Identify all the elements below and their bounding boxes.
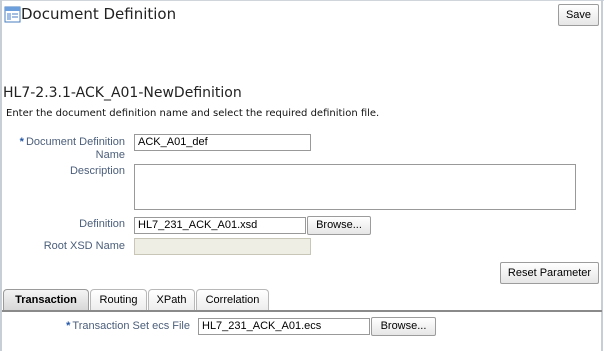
document-definition-icon: [4, 6, 21, 23]
document-definition-panel: Document Definition Save HL7-2.3.1-ACK_A…: [0, 0, 604, 351]
tab-bar: Transaction Routing XPath Correlation: [2, 289, 602, 311]
ecs-file-label: * Transaction Set ecs File: [20, 320, 190, 333]
doc-def-name-label: * Document Definition Name: [10, 136, 125, 162]
tab-correlation[interactable]: Correlation: [196, 289, 269, 311]
tab-divider: [2, 310, 602, 312]
description-textarea[interactable]: [134, 164, 576, 210]
definition-file-input[interactable]: HL7_231_ACK_A01.xsd: [134, 217, 306, 234]
instructions-text: Enter the document definition name and s…: [6, 108, 380, 119]
tab-routing[interactable]: Routing: [90, 289, 147, 311]
page-title: Document Definition: [21, 5, 177, 23]
description-label: Description: [69, 165, 125, 177]
top-border: [0, 0, 604, 1]
definition-title: HL7-2.3.1-ACK_A01-NewDefinition: [3, 85, 242, 101]
ecs-file-label-text: Transaction Set ecs File: [72, 320, 190, 332]
definition-label: Definition: [79, 218, 125, 230]
tab-transaction[interactable]: Transaction: [3, 289, 89, 311]
doc-def-name-input[interactable]: ACK_A01_def: [134, 134, 311, 151]
save-button[interactable]: Save: [558, 4, 599, 26]
root-xsd-input[interactable]: [134, 238, 311, 255]
definition-browse-button[interactable]: Browse...: [307, 216, 371, 235]
ecs-file-input[interactable]: HL7_231_ACK_A01.ecs: [198, 318, 370, 335]
reset-parameter-button[interactable]: Reset Parameter: [500, 262, 599, 284]
ecs-browse-button[interactable]: Browse...: [371, 317, 436, 336]
doc-def-name-label-line2: Name: [95, 149, 125, 161]
root-xsd-label: Root XSD Name: [43, 240, 125, 252]
tab-xpath[interactable]: XPath: [148, 289, 195, 311]
ecs-required-marker: *: [66, 320, 71, 332]
doc-def-name-label-line1: Document Definition: [25, 136, 125, 148]
required-marker: *: [19, 136, 24, 148]
